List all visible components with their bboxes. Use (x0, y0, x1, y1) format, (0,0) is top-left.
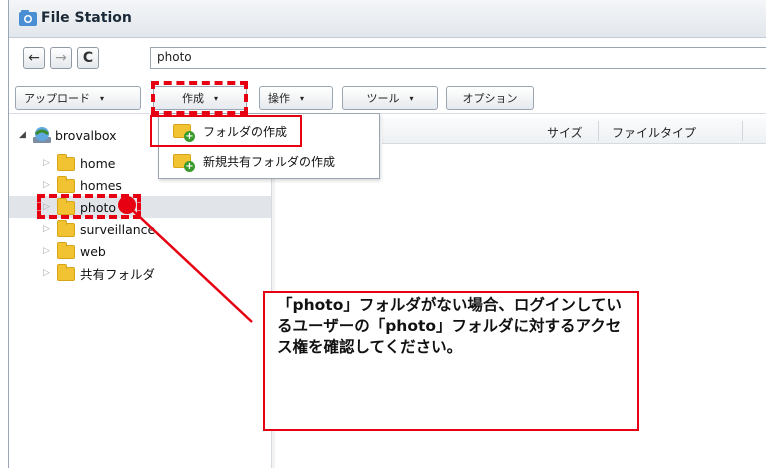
back-button[interactable]: ← (23, 47, 45, 69)
menu-item-label: 新規共有フォルダの作成 (203, 154, 336, 169)
nas-server-icon (33, 127, 51, 143)
column-divider[interactable] (598, 121, 599, 141)
folder-icon (57, 220, 75, 237)
chevron-down-icon: ▾ (100, 93, 105, 103)
tree-item-surveillance[interactable]: ▷ surveillance (9, 218, 271, 240)
back-arrow-icon: ← (28, 50, 40, 66)
navigation-bar: ← → C photo (9, 44, 766, 70)
chevron-down-icon: ▾ (300, 93, 305, 103)
column-divider[interactable] (742, 121, 743, 141)
tools-label: ツール (366, 92, 400, 105)
tree-item-shared-folder[interactable]: ▷ 共有フォルダ (9, 262, 271, 284)
options-button[interactable]: オプション (446, 86, 534, 110)
tree-item-web[interactable]: ▷ web (9, 240, 271, 262)
expand-icon[interactable]: ▷ (43, 224, 50, 234)
plus-icon: + (184, 161, 195, 172)
callout-text: 「photo」フォルダがない場合、ログインしているユーザーの「photo」フォル… (277, 296, 622, 356)
file-list-header: サイズ ファイルタイプ (382, 118, 766, 144)
folder-icon (57, 154, 75, 171)
folder-icon (57, 242, 75, 259)
tree-item-label: homes (80, 177, 122, 193)
expand-icon[interactable]: ▷ (43, 158, 50, 168)
toolbar: アップロード ▾ 作成 ▾ 操作 ▾ ツール ▾ オプション (9, 83, 766, 113)
tree-item-label: 共有フォルダ (80, 266, 156, 282)
menu-item-create-shared-folder[interactable]: + 新規共有フォルダの作成 (159, 148, 379, 174)
tree-root-label: brovalbox (55, 127, 117, 143)
annotation-callout: 「photo」フォルダがない場合、ログインしているユーザーの「photo」フォル… (263, 291, 639, 431)
create-button-highlight (151, 81, 248, 115)
options-label: オプション (462, 92, 518, 105)
create-folder-highlight (150, 115, 302, 147)
expand-icon[interactable]: ▷ (43, 180, 50, 190)
annotation-pointer-dot (118, 196, 136, 214)
column-header-size[interactable]: サイズ (547, 124, 583, 141)
expand-icon[interactable]: ▷ (43, 268, 50, 278)
window-title: File Station (41, 10, 132, 26)
column-header-file-type[interactable]: ファイルタイプ (612, 124, 696, 141)
tree-item-label: web (80, 243, 106, 259)
path-field[interactable]: photo (150, 47, 766, 69)
upload-button[interactable]: アップロード ▾ (15, 86, 141, 110)
upload-label: アップロード (24, 92, 90, 105)
expand-icon[interactable]: ▷ (43, 246, 50, 256)
title-bar[interactable]: File Station (9, 0, 766, 38)
folder-icon (57, 176, 75, 193)
action-button[interactable]: 操作 ▾ (259, 86, 333, 110)
toolbar-divider (9, 113, 766, 114)
file-station-icon (19, 10, 37, 26)
expand-icon[interactable]: ◢ (19, 130, 26, 140)
tree-item-label: surveillance (80, 221, 156, 237)
new-shared-folder-icon: + (173, 154, 195, 172)
refresh-icon: C (82, 50, 94, 66)
tree-item-label: home (80, 155, 116, 171)
chevron-down-icon: ▾ (409, 93, 414, 103)
refresh-button[interactable]: C (77, 47, 99, 69)
folder-icon (57, 264, 75, 281)
tools-button[interactable]: ツール ▾ (342, 86, 438, 110)
forward-arrow-icon: → (55, 50, 67, 66)
forward-button[interactable]: → (50, 47, 72, 69)
action-label: 操作 (268, 92, 290, 105)
